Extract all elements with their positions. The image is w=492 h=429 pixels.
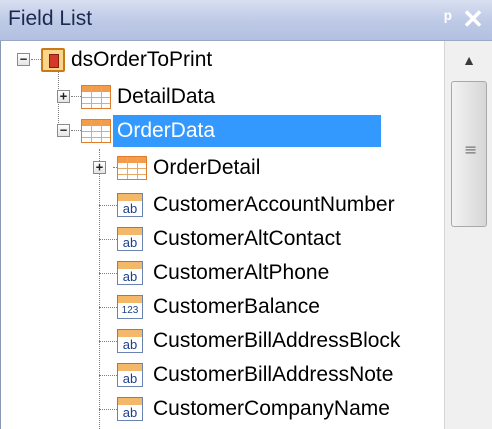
collapse-toggle[interactable]: − bbox=[57, 124, 70, 137]
scroll-up-arrow-icon[interactable]: ▲ bbox=[445, 41, 492, 79]
text-field-icon: ab bbox=[117, 261, 143, 285]
tree-node-label: CustomerAltPhone bbox=[153, 261, 330, 284]
tree-node-field[interactable]: ab CustomerAltContact bbox=[1, 223, 445, 255]
scroll-thumb[interactable]: ≡ bbox=[451, 81, 487, 227]
tree-node-label: OrderDetail bbox=[153, 156, 261, 179]
tree-node-field[interactable]: ab CustomerCompanyName bbox=[1, 393, 445, 425]
panel-title: Field List bbox=[8, 7, 93, 30]
tree-node-table[interactable]: + OrderDetail bbox=[1, 152, 445, 184]
tree-node-label: CustomerAltContact bbox=[153, 227, 341, 250]
grip-icon: ≡ bbox=[464, 140, 478, 159]
table-icon bbox=[81, 85, 111, 109]
tree-node-label: CustomerBalance bbox=[153, 295, 320, 318]
tree-node-field[interactable]: ab CustomerAltPhone bbox=[1, 257, 445, 289]
text-field-icon: ab bbox=[117, 363, 143, 387]
tree-node-field[interactable]: ab CustomerAccountNumber bbox=[1, 189, 445, 221]
pin-icon[interactable]: ᵖ bbox=[438, 6, 458, 32]
tree-node-table-selected[interactable]: − OrderData bbox=[1, 115, 445, 147]
close-icon[interactable]: ✕ bbox=[460, 5, 486, 33]
text-field-icon: ab bbox=[117, 193, 143, 217]
tree-node-field[interactable]: 123 CustomerBalance bbox=[1, 291, 445, 323]
vertical-scrollbar[interactable]: ▲ ≡ bbox=[444, 41, 492, 429]
tree-node-root[interactable]: − dsOrderToPrint bbox=[1, 44, 445, 76]
tree-node-label: DetailData bbox=[117, 85, 216, 108]
text-field-icon: ab bbox=[117, 397, 143, 421]
collapse-toggle[interactable]: − bbox=[17, 53, 30, 66]
field-tree: − dsOrderToPrint + DetailData − OrderDat… bbox=[0, 41, 445, 429]
tree-node-field[interactable]: ab CustomerBillAddressNote bbox=[1, 359, 445, 391]
expand-toggle[interactable]: + bbox=[93, 161, 106, 174]
table-icon bbox=[117, 156, 147, 180]
tree-node-label: dsOrderToPrint bbox=[71, 48, 213, 71]
table-icon bbox=[81, 119, 111, 143]
tree-node-field[interactable]: ab CustomerBillAddressBlock bbox=[1, 325, 445, 357]
tree-node-label: CustomerBillAddressNote bbox=[153, 363, 394, 386]
text-field-icon: ab bbox=[117, 227, 143, 251]
expand-toggle[interactable]: + bbox=[57, 90, 70, 103]
field-list-titlebar: Field List ᵖ ✕ bbox=[0, 0, 492, 41]
tree-node-label: CustomerCompanyName bbox=[153, 397, 390, 420]
tree-node-label: CustomerAccountNumber bbox=[153, 193, 395, 216]
tree-node-label: CustomerBillAddressBlock bbox=[153, 329, 401, 352]
tree-node-table[interactable]: + DetailData bbox=[1, 81, 445, 113]
text-field-icon: ab bbox=[117, 329, 143, 353]
dataset-icon bbox=[41, 48, 65, 72]
numeric-field-icon: 123 bbox=[117, 295, 143, 319]
tree-node-label: OrderData bbox=[117, 119, 216, 142]
